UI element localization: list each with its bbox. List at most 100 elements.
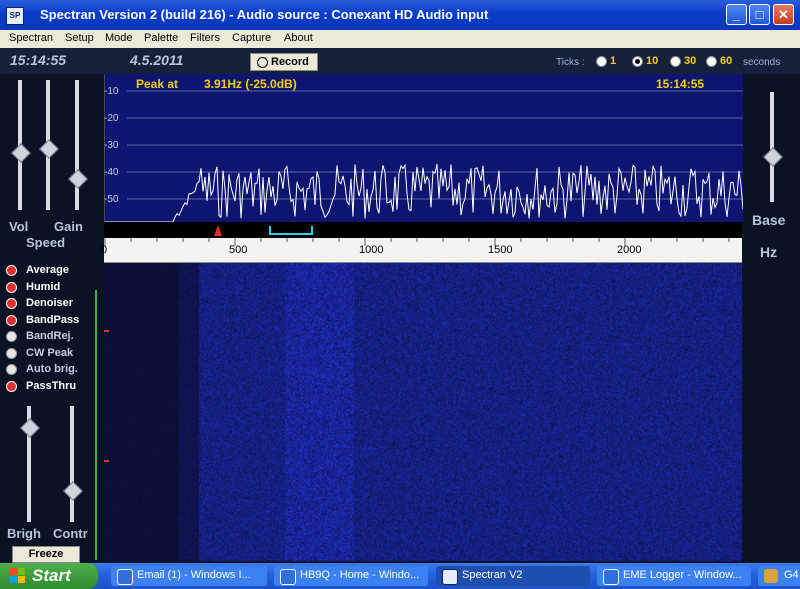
hz-label: Hz	[760, 244, 778, 260]
option-label: Humid	[26, 280, 61, 293]
title-bar: SP Spectran Version 2 (build 216) - Audi…	[0, 0, 800, 30]
taskbar-item-email[interactable]: Email (1) - Windows I...	[111, 566, 267, 586]
freq-tick: 500	[229, 244, 248, 256]
option-label: PassThru	[26, 379, 77, 392]
menu-setup[interactable]: Setup	[65, 32, 94, 44]
menu-palette[interactable]: Palette	[144, 32, 178, 44]
brigh-label: Brigh	[7, 526, 41, 541]
radio-icon	[596, 55, 607, 67]
passband-marker[interactable]	[269, 226, 313, 235]
spectrum-time: 15:14:55	[656, 77, 705, 91]
toggle-on-icon	[6, 281, 17, 293]
option-humid[interactable]: Humid	[6, 280, 98, 296]
vol-label: Vol	[9, 219, 29, 234]
minimize-button[interactable]: _	[726, 4, 747, 25]
app-icon[interactable]: SP	[6, 7, 24, 25]
taskbar-item-eme-logger[interactable]: EME Logger - Window...	[597, 566, 751, 586]
freq-tick: 1000	[359, 244, 384, 256]
windows-logo-icon	[10, 568, 26, 584]
base-label: Base	[752, 212, 786, 228]
time-marker	[104, 460, 109, 462]
db-tick: -10	[104, 86, 119, 97]
toggle-on-icon	[6, 380, 17, 392]
option-label: Average	[26, 264, 70, 276]
date-display: 4.5.2011	[130, 52, 184, 68]
option-denoiser[interactable]: Denoiser	[6, 296, 98, 312]
option-label: Auto brig.	[26, 363, 78, 375]
tick-option-10[interactable]: 10	[632, 55, 658, 67]
contr-slider-track[interactable]	[70, 406, 74, 522]
freq-tick: 2000	[617, 244, 642, 256]
db-tick: -40	[104, 167, 119, 178]
option-label: BandRej.	[26, 330, 74, 342]
freq-tick: 1500	[488, 244, 513, 256]
menu-bar: Spectran Setup Mode Palette Filters Capt…	[0, 30, 800, 48]
menu-filters[interactable]: Filters	[190, 32, 220, 44]
start-button[interactable]: Start	[0, 563, 98, 589]
peak-label: Peak at	[136, 77, 179, 91]
record-icon	[257, 57, 268, 68]
radio-selected-icon	[632, 55, 643, 67]
contr-label: Contr	[53, 526, 88, 541]
waterfall-canvas	[104, 263, 742, 561]
tick-option-30[interactable]: 30	[670, 55, 696, 67]
option-label: BandPass	[26, 313, 80, 326]
clock-display: 15:14:55	[10, 52, 67, 68]
record-label: Record	[271, 56, 309, 68]
taskbar-item-hb9q[interactable]: HB9Q - Home - Windo...	[274, 566, 428, 586]
spectrum-trace	[105, 90, 743, 222]
option-label: CW Peak	[26, 346, 74, 359]
close-button[interactable]: ✕	[773, 4, 794, 25]
frequency-ruler[interactable]	[104, 238, 742, 263]
internet-explorer-icon	[280, 569, 296, 585]
option-passthru[interactable]: PassThru	[6, 379, 98, 395]
window-title: Spectran Version 2 (build 216) - Audio s…	[40, 7, 489, 22]
time-marker	[104, 330, 109, 332]
toggle-on-icon	[6, 265, 17, 276]
ruler-ticks	[104, 238, 730, 246]
tuning-bar[interactable]	[104, 222, 742, 238]
menu-about[interactable]: About	[284, 32, 313, 44]
option-cw-peak[interactable]: CW Peak	[6, 346, 98, 362]
option-average[interactable]: Average	[6, 263, 98, 279]
marker-icon[interactable]	[214, 225, 222, 236]
spectrum-panel[interactable]	[104, 74, 743, 222]
seconds-label: seconds	[743, 57, 781, 68]
option-bandpass[interactable]: BandPass	[6, 313, 98, 329]
db-tick: -50	[104, 194, 119, 205]
internet-explorer-icon	[603, 569, 619, 585]
menu-capture[interactable]: Capture	[232, 32, 271, 44]
toggle-off-icon	[6, 331, 17, 342]
app-icon	[764, 569, 778, 583]
freq-tick: 0	[101, 244, 108, 256]
speed-slider-track[interactable]	[75, 80, 79, 210]
option-label: Denoiser	[26, 297, 74, 309]
taskbar-item-g4[interactable]: G4	[758, 566, 800, 586]
option-auto-brig[interactable]: Auto brig.	[6, 362, 98, 378]
gain-label: Gain	[54, 219, 83, 234]
spectran-icon	[442, 569, 458, 585]
toggle-off-icon	[6, 347, 17, 359]
record-button[interactable]: Record	[250, 53, 318, 71]
toggle-off-icon	[6, 364, 17, 375]
peak-value: 3.91Hz (-25.0dB)	[204, 77, 297, 91]
menu-spectran[interactable]: Spectran	[9, 32, 53, 44]
waterfall-display[interactable]	[104, 263, 742, 561]
db-tick: -20	[104, 113, 119, 124]
radio-icon	[706, 55, 717, 67]
option-bandrej[interactable]: BandRej.	[6, 329, 98, 345]
taskbar-item-spectran[interactable]: Spectran V2	[436, 566, 590, 586]
freeze-button[interactable]: Freeze	[12, 546, 80, 563]
toggle-on-icon	[6, 314, 17, 326]
radio-icon	[670, 55, 681, 67]
level-indicator	[95, 290, 97, 560]
tick-option-60[interactable]: 60	[706, 55, 732, 67]
tick-option-1[interactable]: 1	[596, 55, 616, 67]
speed-label: Speed	[26, 235, 66, 250]
internet-explorer-icon	[117, 569, 133, 585]
toggle-on-icon	[6, 298, 17, 309]
db-tick: -30	[104, 140, 119, 151]
menu-mode[interactable]: Mode	[105, 32, 133, 44]
ticks-label: Ticks :	[556, 57, 585, 68]
maximize-button[interactable]: □	[749, 4, 770, 25]
